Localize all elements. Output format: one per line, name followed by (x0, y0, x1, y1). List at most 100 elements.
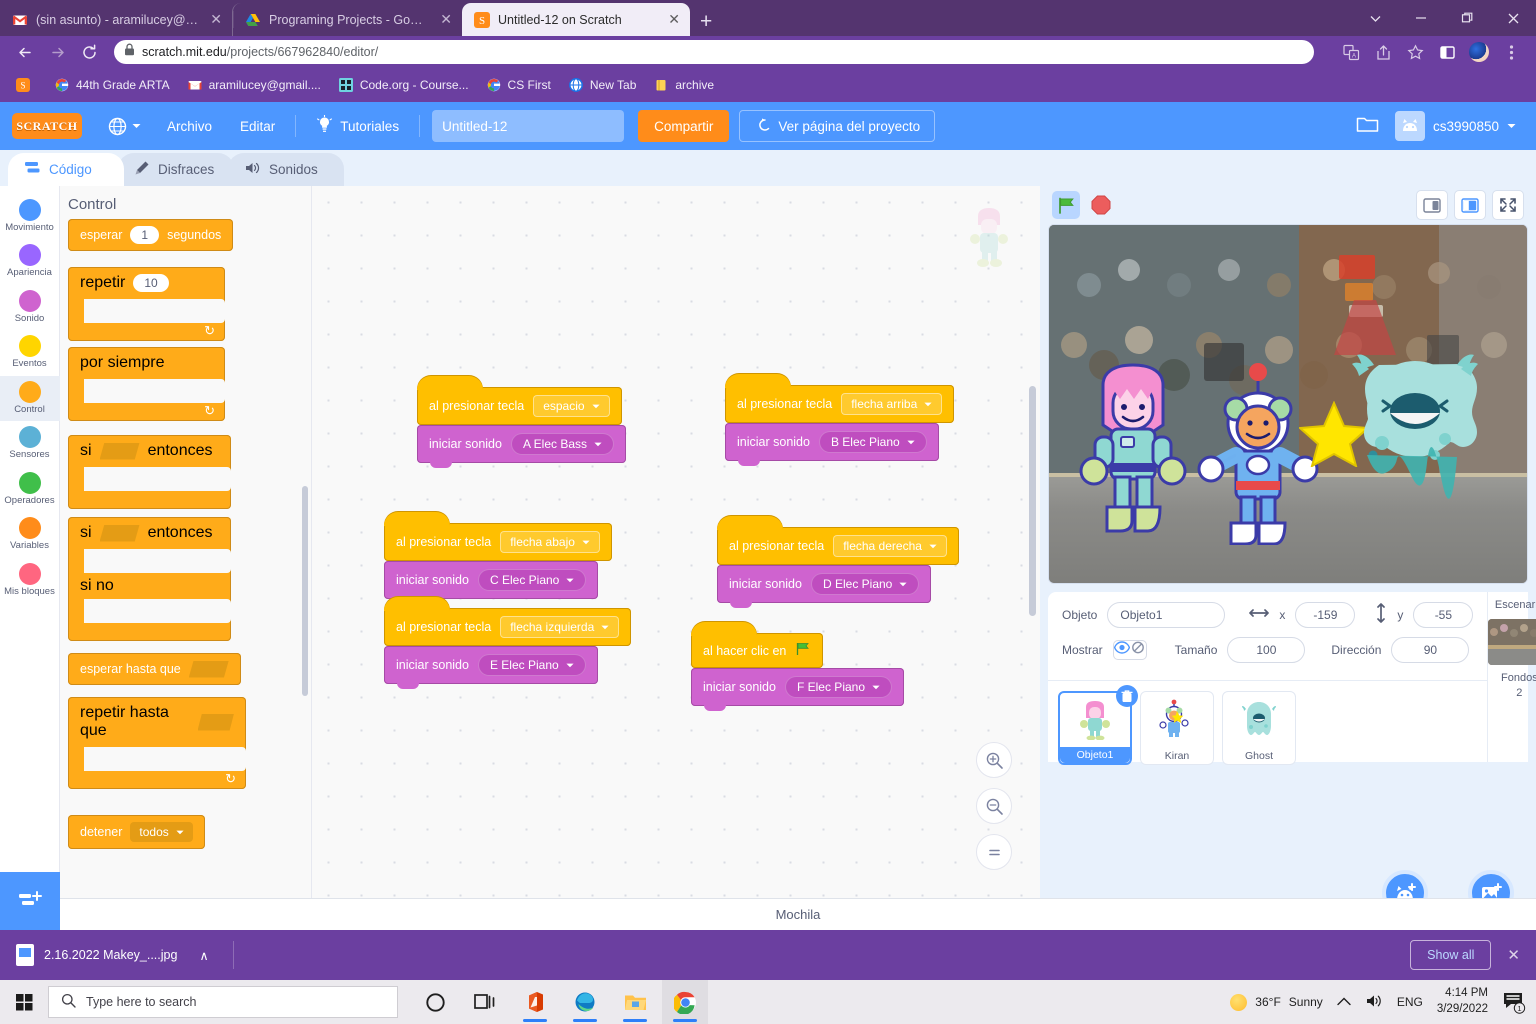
block-dropdown[interactable]: C Elec Piano (477, 569, 587, 591)
block-boolean-slot[interactable] (188, 660, 229, 678)
chevron-up-icon[interactable]: ∧ (199, 948, 208, 963)
sidebar-item-sensores[interactable]: Sensores (0, 421, 60, 466)
share-button[interactable]: Compartir (638, 110, 730, 142)
script-canvas[interactable]: al presionar tecla espacio iniciar sonid… (312, 186, 1040, 930)
event-hat-block-green-flag[interactable]: al hacer clic en (691, 622, 824, 668)
block-boolean-slot[interactable] (197, 713, 234, 731)
hide-icon[interactable] (1130, 641, 1146, 659)
zoom-out-button[interactable] (976, 788, 1012, 824)
stage-sprite-objeto1[interactable] (1077, 363, 1189, 543)
sound-block[interactable]: iniciar sonido E Elec Piano (384, 646, 598, 689)
language-menu[interactable] (96, 117, 153, 136)
menu-archivo[interactable]: Archivo (153, 102, 226, 150)
backpack-bar[interactable]: Mochila (60, 898, 1536, 930)
sound-block[interactable]: iniciar sonido B Elec Piano (725, 423, 939, 466)
canvas-vertical-scrollbar[interactable] (1029, 386, 1036, 616)
event-hat-block[interactable]: al presionar tecla flecha arriba (725, 374, 955, 423)
volume-icon[interactable] (1365, 993, 1383, 1012)
stage-selector-column[interactable]: Escenario (1468, 592, 1536, 916)
clock[interactable]: 4:14 PM 3/29/2022 (1437, 986, 1488, 1017)
bookmark-codeorg[interactable]: Code.org - Course... (331, 74, 476, 96)
bookmark-csfirst[interactable]: CS First (479, 74, 558, 96)
close-window-icon[interactable] (1490, 0, 1536, 36)
browser-tab-1[interactable]: Programing Projects - Google Dr ✕ (232, 3, 462, 36)
palette-block-por-siempre[interactable]: por siempre ↻ (68, 347, 225, 421)
task-view-icon[interactable] (462, 980, 508, 1024)
palette-block-esperar[interactable]: esperar 1 segundos (68, 219, 311, 251)
office-icon[interactable] (512, 980, 558, 1024)
visibility-toggle[interactable] (1112, 640, 1147, 660)
tab-search-chevron-icon[interactable] (1352, 0, 1398, 36)
script-block-group[interactable]: al presionar tecla flecha izquierda inic… (384, 597, 632, 689)
start-button[interactable] (0, 980, 48, 1024)
tab-disfraces[interactable]: Disfraces (118, 153, 234, 186)
close-downloads-icon[interactable]: ✕ (1507, 946, 1520, 964)
scratch-logo[interactable]: SCRATCH (12, 113, 82, 139)
palette-block-si-entonces[interactable]: si entonces (68, 435, 231, 509)
block-dropdown[interactable]: flecha arriba (841, 393, 943, 415)
tab-sonidos[interactable]: Sonidos (228, 153, 344, 186)
show-all-downloads-button[interactable]: Show all (1410, 940, 1492, 970)
sprite-card-objeto1[interactable]: Objeto1 (1058, 685, 1138, 765)
zoom-in-button[interactable] (976, 742, 1012, 778)
block-boolean-slot[interactable] (99, 524, 140, 542)
sidebar-item-mis-bloques[interactable]: Mis bloques (0, 558, 60, 603)
sidebar-item-movimiento[interactable]: Movimiento (0, 194, 60, 239)
sprite-name-input[interactable]: Objeto1 (1107, 602, 1226, 628)
script-block-group[interactable]: al presionar tecla espacio iniciar sonid… (417, 376, 626, 468)
stop-button[interactable] (1090, 194, 1112, 216)
edge-icon[interactable] (562, 980, 608, 1024)
block-dropdown[interactable]: F Elec Piano (784, 676, 893, 698)
sidebar-item-apariencia[interactable]: Apariencia (0, 239, 60, 284)
chrome-icon[interactable] (662, 980, 708, 1024)
stage-sprite-ghost[interactable] (1349, 343, 1484, 503)
block-number-input[interactable]: 10 (133, 274, 169, 292)
sidepanel-icon[interactable] (1432, 37, 1462, 67)
sound-block[interactable]: iniciar sonido F Elec Piano (691, 668, 905, 711)
block-dropdown[interactable]: todos (130, 822, 193, 842)
sound-block[interactable]: iniciar sonido C Elec Piano (384, 561, 599, 604)
block-dropdown[interactable]: A Elec Bass (510, 433, 614, 455)
script-block-group[interactable]: al hacer clic en iniciar sonido F Elec P… (691, 622, 905, 711)
zoom-reset-button[interactable] (976, 834, 1012, 870)
avatar[interactable] (1464, 37, 1494, 67)
maximize-icon[interactable] (1444, 0, 1490, 36)
sprite-size-input[interactable]: 100 (1227, 637, 1306, 663)
fullscreen-button[interactable] (1492, 190, 1524, 220)
sidebar-item-control[interactable]: Control (0, 375, 60, 422)
palette-scrollbar[interactable] (302, 486, 308, 696)
account-menu[interactable]: cs3990850 (1394, 111, 1516, 141)
see-project-page-button[interactable]: Ver página del proyecto (739, 110, 936, 142)
script-block-group[interactable]: al presionar tecla flecha abajo iniciar … (384, 512, 612, 604)
sidebar-item-eventos[interactable]: Eventos (0, 330, 60, 375)
sidebar-item-operadores[interactable]: Operadores (0, 467, 60, 512)
block-boolean-slot[interactable] (99, 442, 140, 460)
event-hat-block[interactable]: al presionar tecla flecha derecha (717, 516, 959, 565)
sidebar-item-sonido[interactable]: Sonido (0, 285, 60, 330)
block-dropdown[interactable]: flecha abajo (500, 531, 600, 553)
sprite-direction-input[interactable]: 90 (1391, 637, 1470, 663)
tab-codigo[interactable]: Código (8, 153, 124, 186)
palette-block-repetir-hasta-que[interactable]: repetir hasta que ↻ (68, 697, 246, 789)
back-button[interactable] (10, 37, 40, 67)
chrome-menu-icon[interactable] (1496, 37, 1526, 67)
block-dropdown[interactable]: flecha derecha (833, 535, 947, 557)
bookmark-newtab[interactable]: New Tab (561, 74, 643, 96)
bookmark-star-icon[interactable] (1400, 37, 1430, 67)
block-palette[interactable]: Control esperar 1 segundos repetir 10 ↻ (60, 186, 312, 930)
cortana-icon[interactable] (412, 980, 458, 1024)
sprite-card-kiran[interactable]: Kiran (1140, 691, 1214, 765)
green-flag-button[interactable] (1052, 191, 1080, 219)
block-dropdown[interactable]: flecha izquierda (500, 616, 620, 638)
language-indicator[interactable]: ENG (1397, 995, 1423, 1009)
download-item[interactable]: 2.16.2022 Makey_....jpg ∧ (16, 944, 209, 966)
palette-block-si-si-no[interactable]: si entonces si no (68, 517, 231, 641)
palette-block-detener[interactable]: detener todos (68, 815, 311, 849)
sprite-card-ghost[interactable]: Ghost (1222, 691, 1296, 765)
bookmark-scratch[interactable]: S (8, 74, 44, 96)
browser-tab-2-active[interactable]: S Untitled-12 on Scratch ✕ (462, 3, 690, 36)
sprite-y-input[interactable]: -55 (1413, 602, 1474, 628)
forward-button[interactable] (42, 37, 72, 67)
event-hat-block[interactable]: al presionar tecla flecha izquierda (384, 597, 632, 646)
bookmark-gmail[interactable]: aramilucey@gmail.... (180, 74, 328, 96)
